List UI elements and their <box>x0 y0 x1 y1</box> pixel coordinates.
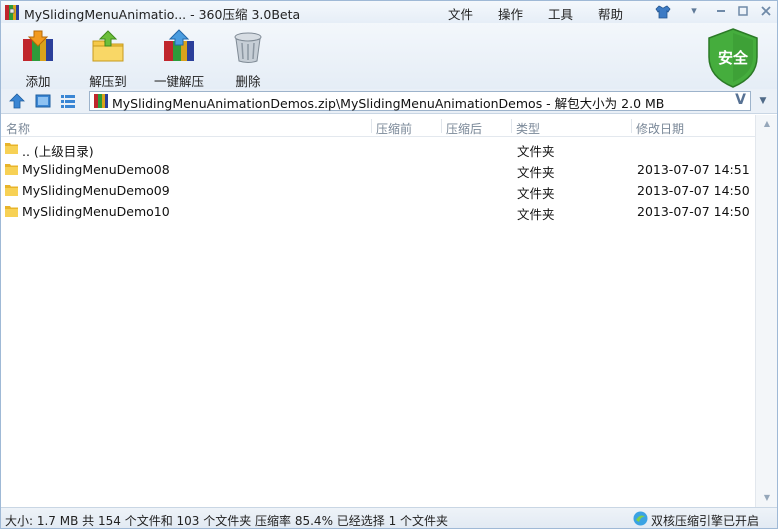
vertical-scrollbar[interactable]: ▲ ▼ <box>755 115 777 507</box>
item-date: 2013-07-07 14:50 <box>637 204 750 219</box>
one-click-extract-label: 一键解压 <box>153 74 204 89</box>
archive-app-icon <box>5 5 19 20</box>
col-type[interactable]: 类型 <box>516 120 540 137</box>
item-name: MySlidingMenuDemo10 <box>22 204 170 219</box>
up-arrow-icon[interactable] <box>9 93 25 109</box>
minimize-icon <box>717 10 725 12</box>
scroll-down-icon[interactable]: ▼ <box>761 493 773 503</box>
item-type: 文件夹 <box>517 186 555 201</box>
folder-icon <box>5 185 18 196</box>
extract-to-icon <box>92 30 124 62</box>
menu-help[interactable]: 帮助 <box>598 4 623 23</box>
zip-file-icon <box>94 94 108 108</box>
delete-button[interactable]: 删除 <box>225 29 271 90</box>
item-name: MySlidingMenuDemo09 <box>22 183 170 198</box>
path-field[interactable]: MySlidingMenuAnimationDemos.zip\MySlidin… <box>89 91 751 111</box>
list-header: 名称 压缩前 压缩后 类型 修改日期 <box>1 115 755 137</box>
trash-icon <box>234 32 262 63</box>
app-window: MySlidingMenuAnimatio... - 360压缩 3.0Beta… <box>0 0 778 529</box>
skin-shirt-icon[interactable] <box>654 4 672 20</box>
list-view-icon[interactable] <box>60 93 76 109</box>
toolbar: 添加 解压到 一键解压 删除 安全 <box>1 23 777 89</box>
close-icon <box>761 6 771 16</box>
thumbnail-view-icon[interactable] <box>35 93 51 109</box>
item-date: 2013-07-07 14:51 <box>637 162 750 177</box>
one-click-extract-button[interactable]: 一键解压 <box>151 29 207 90</box>
scroll-up-icon[interactable]: ▲ <box>761 119 773 129</box>
menu-operate[interactable]: 操作 <box>498 4 523 23</box>
close-button[interactable] <box>757 3 775 19</box>
col-divider[interactable] <box>631 119 632 133</box>
extract-to-button[interactable]: 解压到 <box>85 29 131 90</box>
dual-core-engine-icon <box>633 511 648 526</box>
item-type: 文件夹 <box>517 165 555 180</box>
folder-icon <box>5 143 18 154</box>
add-archive-icon <box>23 30 53 61</box>
col-divider[interactable] <box>441 119 442 133</box>
col-modified-date[interactable]: 修改日期 <box>636 120 684 137</box>
one-click-extract-icon <box>164 29 194 61</box>
verify-v-icon[interactable]: V <box>735 92 746 108</box>
list-item-parent[interactable]: .. (上级目录) 文件夹 <box>1 138 755 159</box>
folder-icon <box>5 206 18 217</box>
col-original-size[interactable]: 压缩前 <box>376 120 412 137</box>
title-bar: MySlidingMenuAnimatio... - 360压缩 3.0Beta… <box>1 1 777 23</box>
folder-icon <box>5 164 18 175</box>
status-bar: 大小: 1.7 MB 共 154 个文件和 103 个文件夹 压缩率 85.4%… <box>1 507 777 528</box>
col-divider[interactable] <box>511 119 512 133</box>
item-name: MySlidingMenuDemo08 <box>22 162 170 177</box>
settings-arrow-icon[interactable]: ▾ <box>685 3 703 19</box>
extract-to-label: 解压到 <box>89 74 127 89</box>
list-item[interactable]: MySlidingMenuDemo10 文件夹 2013-07-07 14:50 <box>1 201 755 222</box>
item-type: 文件夹 <box>517 207 555 222</box>
path-text: MySlidingMenuAnimationDemos.zip\MySlidin… <box>112 96 665 111</box>
engine-status: 双核压缩引擎已开启 <box>651 514 760 528</box>
maximize-icon <box>738 6 748 16</box>
path-dropdown-icon[interactable]: ▼ <box>753 91 773 111</box>
file-list: .. (上级目录) 文件夹 MySlidingMenuDemo08 文件夹 20… <box>1 137 755 507</box>
security-shield[interactable]: 安全 <box>705 27 761 89</box>
add-label: 添加 <box>25 74 51 89</box>
col-divider[interactable] <box>371 119 372 133</box>
col-compressed-size[interactable]: 压缩后 <box>446 120 482 137</box>
menu-tools[interactable]: 工具 <box>548 4 573 23</box>
col-name[interactable]: 名称 <box>6 120 30 137</box>
window-title: MySlidingMenuAnimatio... - 360压缩 3.0Beta <box>24 7 301 22</box>
item-date: 2013-07-07 14:50 <box>637 183 750 198</box>
item-name: .. (上级目录) <box>22 144 94 159</box>
maximize-button[interactable] <box>734 3 752 19</box>
address-bar: MySlidingMenuAnimationDemos.zip\MySlidin… <box>1 89 777 114</box>
add-button[interactable]: 添加 <box>15 29 61 90</box>
delete-label: 删除 <box>235 74 261 89</box>
list-item[interactable]: MySlidingMenuDemo09 文件夹 2013-07-07 14:50 <box>1 180 755 201</box>
list-item[interactable]: MySlidingMenuDemo08 文件夹 2013-07-07 14:51 <box>1 159 755 180</box>
menu-file[interactable]: 文件 <box>448 4 473 23</box>
minimize-button[interactable] <box>712 3 730 19</box>
security-label: 安全 <box>717 49 748 67</box>
item-type: 文件夹 <box>517 144 555 159</box>
status-summary: 大小: 1.7 MB 共 154 个文件和 103 个文件夹 压缩率 85.4%… <box>5 514 449 528</box>
